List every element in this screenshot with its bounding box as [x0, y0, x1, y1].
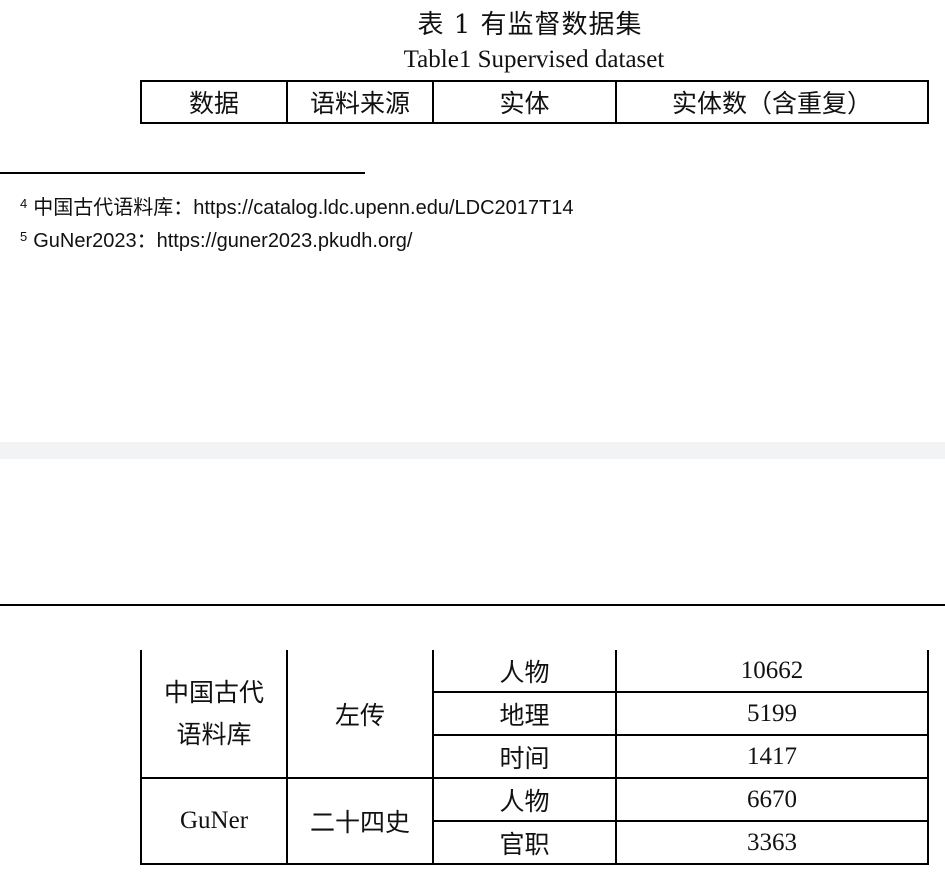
dataset-table-body: 中国古代语料库 左传 人物 10662 地理 5199 时间 1417 GuNe… — [140, 650, 929, 865]
header-cell-data: 数据 — [140, 80, 288, 124]
dataset-name: 中国古代语料库 — [163, 677, 264, 749]
cell-count: 6670 — [615, 777, 929, 822]
cell-count: 3363 — [615, 820, 929, 865]
footnote-mark: 5 — [20, 229, 28, 244]
header-cell-source: 语料来源 — [286, 80, 434, 124]
cell-count: 5199 — [615, 691, 929, 736]
page-top-rule — [0, 604, 945, 606]
cell-entity: 时间 — [432, 734, 617, 779]
table-caption-cn: 表 1 有监督数据集 — [417, 10, 643, 40]
footnote-4: 4 中国古代语料库：https://catalog.ldc.upenn.edu/L… — [20, 191, 574, 220]
cell-count: 10662 — [615, 650, 929, 693]
footnote-mark: 4 — [20, 196, 28, 211]
header-cell-entity: 实体 — [432, 80, 617, 124]
table-row: GuNer 二十四史 人物 6670 — [140, 777, 929, 865]
cell-dataset: GuNer — [140, 777, 288, 865]
cell-source: 二十四史 — [286, 777, 434, 865]
header-row: 数据 语料来源 实体 实体数（含重复） — [140, 80, 929, 124]
footnote-text: 中国古代语料库：https://catalog.ldc.upenn.edu/LD… — [33, 197, 574, 219]
cell-entity: 官职 — [432, 820, 617, 865]
cell-entity: 人物 — [432, 777, 617, 822]
table-caption-en: Table1 Supervised dataset — [403, 46, 665, 73]
cell-count: 1417 — [615, 734, 929, 779]
footnote-5: 5 GuNer2023：https://guner2023.pkudh.org/ — [20, 224, 412, 253]
table-row: 中国古代语料库 左传 人物 10662 — [140, 650, 929, 779]
cell-source: 左传 — [286, 650, 434, 779]
cell-entity: 地理 — [432, 691, 617, 736]
dataset-table-header: 数据 语料来源 实体 实体数（含重复） — [140, 80, 929, 124]
page-gap — [0, 442, 945, 459]
footnote-separator — [0, 172, 365, 174]
cell-dataset: 中国古代语料库 — [140, 650, 288, 779]
footnote-text: GuNer2023：https://guner2023.pkudh.org/ — [33, 230, 413, 252]
header-cell-count: 实体数（含重复） — [615, 80, 929, 124]
cell-entity: 人物 — [432, 650, 617, 693]
